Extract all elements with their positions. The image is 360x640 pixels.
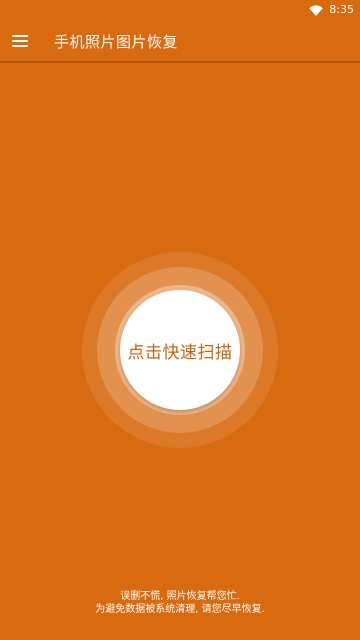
scan-inner-ring: 点击快速扫描 xyxy=(115,285,245,415)
app-bar: 手机照片图片恢复 xyxy=(0,22,360,62)
scan-outer-ring: 点击快速扫描 xyxy=(82,252,278,448)
status-time: 8:35 xyxy=(329,3,354,16)
menu-icon[interactable] xyxy=(12,34,29,48)
status-icons: 8:35 xyxy=(309,3,354,17)
footer-line-1: 误删不慌, 照片恢复帮您忙. xyxy=(120,591,240,602)
status-bar: 8:35 xyxy=(0,0,360,22)
footer-hint: 误删不慌, 照片恢复帮您忙. 为避免数据被系统清理, 请您尽早恢复. xyxy=(0,590,360,616)
quick-scan-button[interactable]: 点击快速扫描 xyxy=(120,290,240,410)
wifi-icon xyxy=(309,4,324,16)
footer-line-2: 为避免数据被系统清理, 请您尽早恢复. xyxy=(95,604,265,615)
page-title: 手机照片图片恢复 xyxy=(54,33,179,51)
app-bar-divider xyxy=(0,61,360,63)
quick-scan-label: 点击快速扫描 xyxy=(127,342,233,363)
scan-middle-ring: 点击快速扫描 xyxy=(97,267,263,433)
